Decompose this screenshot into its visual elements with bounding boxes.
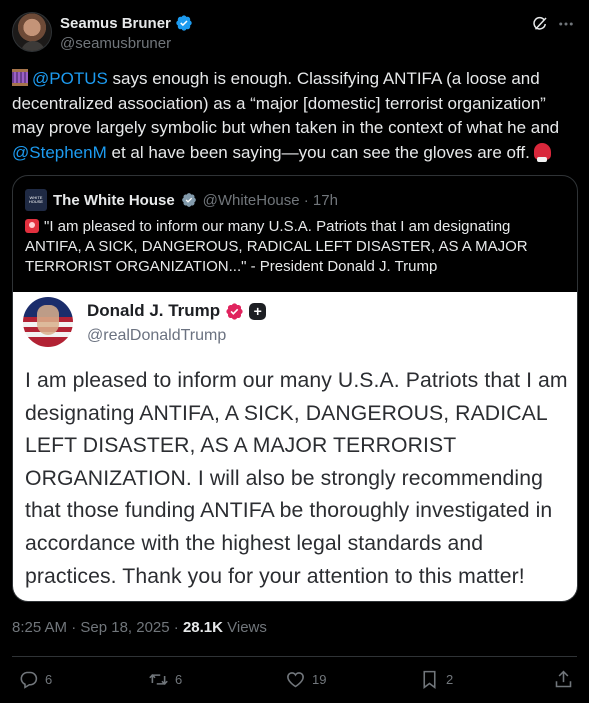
reply-button[interactable]: 6	[18, 669, 52, 690]
image-handle: @realDonaldTrump	[87, 327, 227, 344]
bookmark-button[interactable]: 2	[419, 669, 453, 690]
share-icon	[555, 670, 572, 688]
action-bar: 6 6 19 2	[0, 669, 589, 695]
quoted-handle-time[interactable]: @WhiteHouse · 17h	[203, 192, 338, 209]
siren-emoji-icon	[25, 219, 39, 233]
heart-icon	[287, 672, 304, 688]
quoted-author-name[interactable]: The White House	[53, 192, 175, 209]
share-button[interactable]	[553, 669, 574, 690]
post-timestamp[interactable]: 8:25 AM · Sep 18, 2025 ·	[12, 619, 183, 636]
repost-icon	[149, 674, 168, 685]
author-avatar[interactable]	[12, 12, 52, 52]
divider	[12, 656, 577, 657]
trump-avatar	[23, 297, 73, 347]
quoted-post-image[interactable]: Donald J. Trump + @realDonaldTrump I am …	[13, 292, 577, 601]
post-text-part2: et al have been saying—you can see the g…	[106, 142, 530, 162]
bookmark-icon	[423, 670, 436, 689]
image-display-name: Donald J. Trump	[87, 301, 221, 320]
repost-button[interactable]: 6	[148, 669, 182, 690]
post-text: @POTUS says enough is enough. Classifyin…	[12, 67, 580, 165]
views-count[interactable]: 28.1K	[183, 619, 223, 636]
verified-badge-icon	[176, 15, 192, 31]
post-header: Seamus Bruner @seamusbruner	[12, 12, 577, 56]
grok-icon[interactable]	[531, 15, 549, 33]
like-count: 19	[312, 672, 327, 687]
image-name-row: Donald J. Trump +	[87, 301, 267, 321]
mention-stephenm-link[interactable]: @StephenM	[12, 143, 107, 162]
image-body-text: I am pleased to inform our many U.S.A. P…	[25, 369, 568, 588]
author-name-row: Seamus Bruner	[60, 14, 193, 32]
reply-count: 6	[45, 672, 53, 687]
white-house-logo[interactable]: WHITE HOUSE	[25, 189, 47, 211]
repost-count: 6	[175, 672, 183, 687]
red-verified-badge-icon	[226, 302, 243, 320]
government-badge-icon	[181, 193, 196, 207]
more-options-icon[interactable]	[557, 15, 575, 33]
quoted-post-text: "I am pleased to inform our many U.S.A. …	[25, 217, 565, 277]
author-display-name[interactable]: Seamus Bruner	[60, 15, 171, 32]
reply-icon	[20, 671, 38, 689]
like-button[interactable]: 19	[285, 669, 326, 690]
plus-icon: +	[249, 302, 267, 320]
post-meta: 8:25 AM · Sep 18, 2025 · 28.1K Views	[12, 619, 267, 636]
bookmark-count: 2	[446, 672, 454, 687]
author-handle[interactable]: @seamusbruner	[60, 35, 171, 52]
quoted-post[interactable]: WHITE HOUSE The White House @WhiteHouse …	[12, 175, 578, 602]
quoted-post-text-body: "I am pleased to inform our many U.S.A. …	[25, 218, 528, 275]
mention-potus-link[interactable]: @POTUS	[32, 69, 108, 88]
boxing-glove-emoji-icon	[533, 142, 551, 162]
views-label: Views	[222, 619, 267, 636]
thread-spool-emoji-icon	[12, 69, 28, 86]
quoted-post-header: WHITE HOUSE The White House @WhiteHouse …	[25, 189, 338, 211]
white-house-logo-text: WHITE HOUSE	[28, 195, 44, 204]
